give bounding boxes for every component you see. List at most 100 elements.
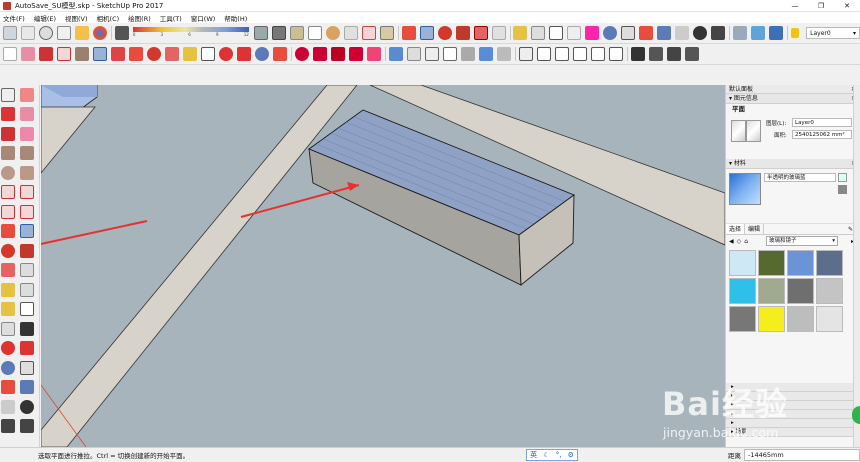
section-left-icon[interactable] [20, 419, 35, 434]
material-thumb[interactable] [758, 306, 785, 332]
component-icon[interactable] [20, 87, 35, 102]
style-3-icon[interactable] [331, 47, 345, 61]
menu-help[interactable]: 帮助(H) [224, 13, 247, 23]
select-icon[interactable] [0, 87, 15, 102]
position-camera-icon[interactable] [675, 26, 690, 40]
trash-icon[interactable] [271, 26, 286, 40]
arc-2pt-icon[interactable] [20, 185, 35, 200]
style-1-icon[interactable] [295, 47, 309, 61]
paint-bucket-icon[interactable] [75, 26, 89, 40]
moon-icon[interactable]: ☾ [543, 451, 549, 459]
eraser-icon[interactable] [21, 47, 35, 61]
fog-icon[interactable] [649, 47, 663, 61]
pie-icon[interactable] [20, 204, 35, 219]
front-view-icon[interactable] [555, 47, 569, 61]
monochrome-icon[interactable] [497, 47, 511, 61]
tray-scrollbar[interactable] [853, 85, 860, 447]
rotated-rect-icon[interactable] [20, 146, 35, 161]
shadow-icon[interactable] [631, 47, 645, 61]
zoom-extents-tool-icon[interactable] [273, 47, 287, 61]
scale-left-icon[interactable] [0, 263, 15, 278]
section-plane-icon[interactable] [667, 47, 681, 61]
floating-badge[interactable] [852, 406, 860, 424]
hidden-line-icon[interactable] [443, 47, 457, 61]
back-edges-icon[interactable] [407, 47, 421, 61]
model-info-icon[interactable] [3, 26, 17, 40]
entity-info-header[interactable]: ▾ 图元信息× [726, 94, 860, 104]
material-thumb[interactable] [729, 250, 756, 276]
minimize-button[interactable]: — [782, 0, 808, 12]
create-material-icon[interactable] [838, 173, 847, 182]
material-name-field[interactable]: 半透明的玻璃蓝 [764, 173, 836, 182]
zoom-icon[interactable] [603, 26, 618, 40]
tape-measure-icon[interactable] [183, 47, 197, 61]
home-icon[interactable]: ⌂ [744, 238, 748, 245]
text-icon[interactable] [549, 26, 564, 40]
text-tool-icon[interactable] [201, 47, 215, 61]
punct-icon[interactable]: °, [556, 451, 562, 459]
position-camera-left-icon[interactable] [0, 399, 15, 414]
menu-draw[interactable]: 绘图(R) [128, 13, 151, 23]
menu-camera[interactable]: 相机(C) [97, 13, 120, 23]
material-thumb[interactable] [787, 278, 814, 304]
model-viewport[interactable] [41, 85, 725, 447]
scale-tool-icon[interactable] [165, 47, 179, 61]
dimension-icon[interactable] [57, 26, 71, 40]
layer-field[interactable]: Layer0 [792, 118, 852, 127]
zoom-extents-icon[interactable] [639, 26, 654, 40]
tab-edit[interactable]: 编辑 [745, 224, 765, 234]
text-left-icon[interactable] [20, 302, 35, 317]
move-icon[interactable] [401, 26, 416, 40]
section-icon[interactable] [585, 26, 600, 40]
previous-view-icon[interactable] [657, 26, 672, 40]
material-thumb[interactable] [729, 278, 756, 304]
protractor-icon[interactable] [567, 26, 582, 40]
distance-input[interactable]: -14465mm [744, 449, 860, 461]
arc-left-icon[interactable] [0, 185, 15, 200]
zoom-left-icon[interactable] [0, 360, 15, 375]
rectangle-icon[interactable] [75, 47, 89, 61]
menu-window[interactable]: 窗口(W) [191, 13, 216, 23]
sphere-icon[interactable] [325, 26, 340, 40]
style-5-icon[interactable] [367, 47, 381, 61]
forward-icon[interactable]: ◇ [737, 238, 742, 245]
material-thumb[interactable] [816, 306, 843, 332]
maximize-button[interactable]: ❐ [808, 0, 834, 12]
orbit-icon[interactable] [39, 26, 53, 40]
camera-icon[interactable] [253, 26, 268, 40]
menu-tools[interactable]: 工具(T) [160, 13, 182, 23]
followme-left-icon[interactable] [20, 243, 35, 258]
menu-file[interactable]: 文件(F) [3, 13, 25, 23]
freehand-icon[interactable] [20, 126, 35, 141]
pushpull-left-icon[interactable] [20, 224, 35, 239]
arc-icon[interactable] [361, 26, 376, 40]
rotate-left-icon[interactable] [0, 243, 15, 258]
reset-material-icon[interactable] [838, 185, 847, 194]
box-icon[interactable] [289, 26, 304, 40]
left-view-icon[interactable] [609, 47, 623, 61]
move-left-icon[interactable] [0, 224, 15, 239]
xray-icon[interactable] [389, 47, 403, 61]
material-thumb[interactable] [758, 278, 785, 304]
geo-icon[interactable]: 英 [530, 450, 537, 460]
material-thumb[interactable] [758, 250, 785, 276]
settings-icon[interactable]: ⚙ [568, 451, 574, 459]
offset-tool-icon[interactable] [111, 47, 125, 61]
style-4-icon[interactable] [349, 47, 363, 61]
arc-3pt-icon[interactable] [0, 204, 15, 219]
follow-me-icon[interactable] [455, 26, 470, 40]
walk-icon[interactable] [711, 26, 726, 40]
zoom-tool-icon[interactable] [255, 47, 269, 61]
zoom-window-left-icon[interactable] [20, 360, 35, 375]
3d-warehouse-icon[interactable] [733, 26, 748, 40]
scale-icon[interactable] [473, 26, 488, 40]
shaded-textures-icon[interactable] [479, 47, 493, 61]
pan-icon[interactable] [237, 47, 251, 61]
materials-header[interactable]: ▾ 材料× [726, 159, 860, 169]
offset-icon[interactable] [491, 26, 506, 40]
3d-text-icon[interactable] [20, 321, 35, 336]
pin-icon[interactable] [307, 26, 322, 40]
material-thumb[interactable] [787, 250, 814, 276]
tape-icon[interactable] [513, 26, 528, 40]
material-thumb[interactable] [816, 250, 843, 276]
